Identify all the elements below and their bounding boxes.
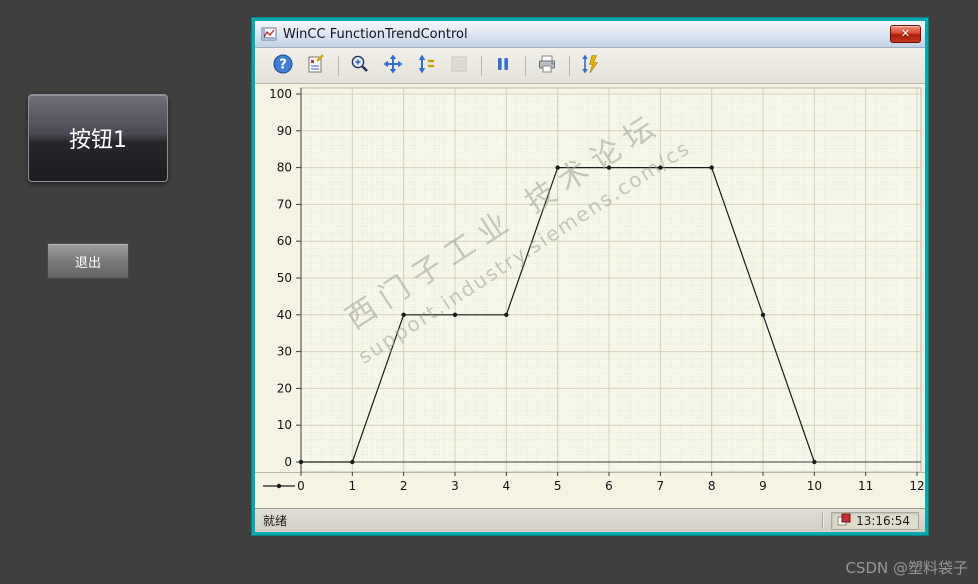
toolbar-separator <box>569 55 570 76</box>
time-base-icon <box>837 513 851 529</box>
y-axis-button[interactable] <box>412 53 440 79</box>
svg-text:0: 0 <box>284 455 292 469</box>
toolbar-separator <box>481 55 482 76</box>
pause-icon <box>492 53 514 79</box>
exit-button[interactable]: 退出 <box>47 243 129 279</box>
svg-text:8: 8 <box>708 479 716 493</box>
status-time: 13:16:54 <box>856 513 910 528</box>
window-titlebar[interactable]: WinCC FunctionTrendControl ✕ <box>255 21 925 48</box>
svg-text:10: 10 <box>807 479 822 493</box>
report-button[interactable] <box>302 53 330 79</box>
svg-text:40: 40 <box>277 308 292 322</box>
svg-text:100: 100 <box>269 87 292 101</box>
report-icon <box>305 53 327 79</box>
print-icon <box>536 53 558 79</box>
statusbar: 就绪 13:16:54 <box>255 508 925 532</box>
svg-text:5: 5 <box>554 479 562 493</box>
pause-button[interactable] <box>489 53 517 79</box>
export-button[interactable] <box>577 53 605 79</box>
print-button[interactable] <box>533 53 561 79</box>
svg-text:10: 10 <box>277 418 292 432</box>
trend-control-icon <box>261 26 277 42</box>
svg-text:90: 90 <box>277 124 292 138</box>
ruler-icon <box>448 53 470 79</box>
zoom-button[interactable] <box>346 53 374 79</box>
ruler-button[interactable] <box>445 53 473 79</box>
window-title: WinCC FunctionTrendControl <box>283 26 468 42</box>
csdn-watermark: CSDN @塑料袋子 <box>845 559 968 577</box>
chart-area: 0 10 20 30 40 50 60 70 80 90 100 0 1 2 3 4 5 6 7 8 9 10 11 12 西… <box>255 84 925 508</box>
svg-text:50: 50 <box>277 271 292 285</box>
help-icon: ? <box>272 53 294 79</box>
button1[interactable]: 按钮1 <box>28 94 168 182</box>
svg-text:80: 80 <box>277 161 292 175</box>
trend-toolbar: ? <box>255 48 925 84</box>
svg-text:9: 9 <box>759 479 767 493</box>
svg-text:4: 4 <box>503 479 511 493</box>
svg-text:2: 2 <box>400 479 408 493</box>
close-button[interactable]: ✕ <box>890 25 921 43</box>
svg-text:20: 20 <box>277 381 292 395</box>
status-text: 就绪 <box>263 514 288 528</box>
svg-text:0: 0 <box>297 479 305 493</box>
trend-chart[interactable]: 01020304050607080901000 1 2 3 4 5 6 7 8 9 10 11 12 <box>255 84 925 508</box>
export-icon <box>580 53 602 79</box>
svg-text:70: 70 <box>277 197 292 211</box>
svg-text:1: 1 <box>349 479 357 493</box>
wincc-trend-window: WinCC FunctionTrendControl ✕ ? 0 10 20 3… <box>252 18 928 535</box>
desktop: { "page": { "background": "#3f3f3f", "cs… <box>0 0 978 584</box>
svg-text:60: 60 <box>277 234 292 248</box>
svg-text:?: ? <box>279 57 287 72</box>
svg-text:30: 30 <box>277 345 292 359</box>
svg-text:12: 12 <box>909 479 924 493</box>
statusbar-separator <box>822 512 824 529</box>
exit-button-label: 退出 <box>74 255 101 271</box>
move-button[interactable] <box>379 53 407 79</box>
status-clock-panel: 13:16:54 <box>831 511 919 530</box>
toolbar-separator <box>525 55 526 76</box>
move-icon <box>382 53 404 79</box>
zoom-icon <box>349 53 371 79</box>
svg-text:11: 11 <box>858 479 873 493</box>
y-axis-icon <box>415 53 437 79</box>
svg-text:6: 6 <box>605 479 613 493</box>
help-button[interactable]: ? <box>269 53 297 79</box>
svg-text:7: 7 <box>657 479 665 493</box>
svg-text:3: 3 <box>451 479 459 493</box>
button1-label: 按钮1 <box>69 128 127 153</box>
toolbar-separator <box>338 55 339 76</box>
